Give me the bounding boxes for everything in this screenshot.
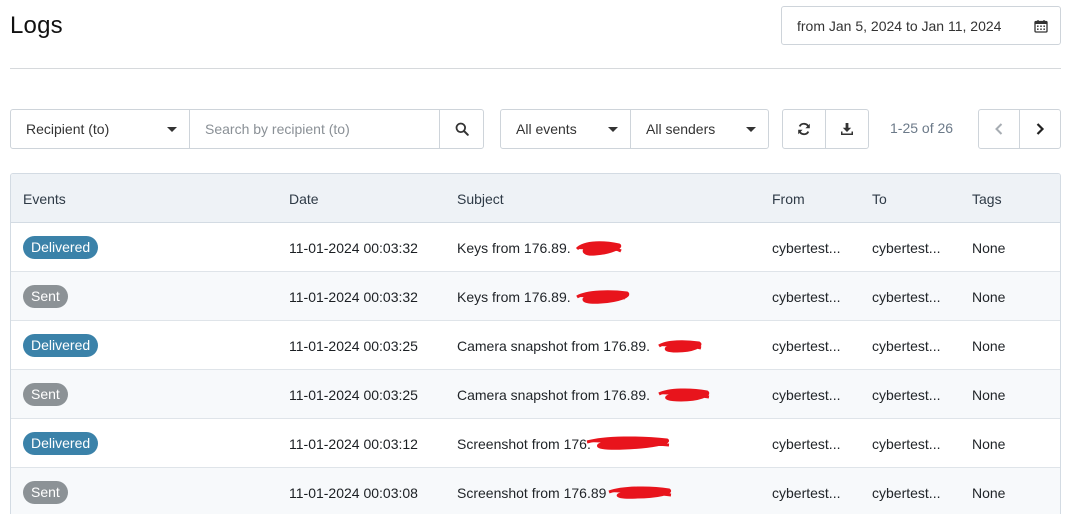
status-badge: Sent [23,481,68,504]
filter-toolbar: Recipient (to) All events All senders [0,109,1065,149]
row-to: cybertest... [872,289,941,305]
table-row[interactable]: Delivered 11-01-2024 00:03:32 Keys from … [11,223,1060,272]
row-subject-text: Keys from 176.89. [457,289,571,305]
column-header-tags[interactable]: Tags [972,191,1002,207]
row-from: cybertest... [772,387,841,403]
row-to: cybertest... [872,387,941,403]
caret-down-icon [608,126,618,132]
row-subject: Camera snapshot from 176.89. [457,384,710,406]
row-from: cybertest... [772,240,841,256]
row-tags: None [972,240,1006,256]
row-tags: None [972,338,1006,354]
recipient-select[interactable]: Recipient (to) [10,109,190,149]
table-row[interactable]: Sent 11-01-2024 00:03:08 Screenshot from… [11,468,1060,514]
table-row[interactable]: Sent 11-01-2024 00:03:32 Keys from 176.8… [11,272,1060,321]
row-subject: Keys from 176.89. [457,237,622,259]
row-date: 11-01-2024 00:03:32 [289,289,418,305]
search-icon [455,122,469,136]
row-tags: None [972,289,1006,305]
download-button[interactable] [825,109,869,149]
recipient-select-label: Recipient (to) [26,121,110,137]
row-from: cybertest... [772,338,841,354]
date-range-picker[interactable]: from Jan 5, 2024 to Jan 11, 2024 [781,6,1061,45]
previous-page-button[interactable] [978,109,1020,149]
table-row[interactable]: Delivered 11-01-2024 00:03:12 Screenshot… [11,419,1060,468]
caret-down-icon [167,126,177,132]
row-to: cybertest... [872,436,941,452]
row-subject-text: Keys from 176.89. [457,240,571,256]
row-subject-text: Screenshot from 176. [457,436,591,452]
status-badge: Delivered [23,432,99,455]
row-tags: None [972,387,1006,403]
row-to: cybertest... [872,338,941,354]
row-subject-text: Screenshot from 176.89 [457,485,607,501]
chevron-left-icon [994,122,1004,136]
row-date: 11-01-2024 00:03:08 [289,485,418,501]
events-select-label: All events [516,121,577,137]
next-page-button[interactable] [1019,109,1061,149]
redaction-mark [586,436,670,450]
row-subject: Keys from 176.89. [457,286,630,308]
senders-select[interactable]: All senders [630,109,769,149]
column-header-to[interactable]: To [872,191,887,207]
table-row[interactable]: Sent 11-01-2024 00:03:25 Camera snapshot… [11,370,1060,419]
redaction-mark [576,290,630,304]
refresh-icon [797,122,811,136]
row-date: 11-01-2024 00:03:25 [289,387,418,403]
status-badge: Delivered [23,236,99,259]
row-subject: Screenshot from 176.89 [457,482,672,504]
search-button[interactable] [439,109,484,149]
date-range-text: from Jan 5, 2024 to Jan 11, 2024 [797,17,1002,34]
row-from: cybertest... [772,289,841,305]
column-header-events[interactable]: Events [23,191,66,207]
row-date: 11-01-2024 00:03:32 [289,240,418,256]
row-subject: Camera snapshot from 176.89. [457,335,702,357]
status-badge: Sent [23,285,68,308]
status-badge: Sent [23,383,68,406]
calendar-icon [1034,19,1048,33]
events-select[interactable]: All events [500,109,631,149]
download-icon [840,122,854,136]
chevron-right-icon [1035,122,1045,136]
row-from: cybertest... [772,436,841,452]
row-date: 11-01-2024 00:03:12 [289,436,418,452]
row-tags: None [972,485,1006,501]
column-header-date[interactable]: Date [289,191,319,207]
row-to: cybertest... [872,240,941,256]
redaction-mark [575,241,622,256]
header-divider [10,68,1061,69]
table-header: Events Date Subject From To Tags [11,174,1060,223]
row-date: 11-01-2024 00:03:25 [289,338,418,354]
column-header-from[interactable]: From [772,191,805,207]
row-subject-text: Camera snapshot from 176.89. [457,387,650,403]
row-from: cybertest... [772,485,841,501]
redaction-mark [658,388,710,402]
refresh-button[interactable] [782,109,826,149]
redaction-mark [658,340,702,353]
search-field [189,109,440,149]
caret-down-icon [746,126,756,132]
pagination-count: 1-25 of 26 [890,120,954,136]
row-tags: None [972,436,1006,452]
logs-table: Events Date Subject From To Tags Deliver… [10,173,1061,514]
table-row[interactable]: Delivered 11-01-2024 00:03:25 Camera sna… [11,321,1060,370]
search-input[interactable] [205,121,424,137]
column-header-subject[interactable]: Subject [457,191,504,207]
row-subject: Screenshot from 176. [457,433,670,455]
page-title: Logs [10,12,63,39]
row-subject-text: Camera snapshot from 176.89. [457,338,650,354]
status-badge: Delivered [23,334,99,357]
redaction-mark [608,486,672,499]
senders-select-label: All senders [646,121,716,137]
row-to: cybertest... [872,485,941,501]
